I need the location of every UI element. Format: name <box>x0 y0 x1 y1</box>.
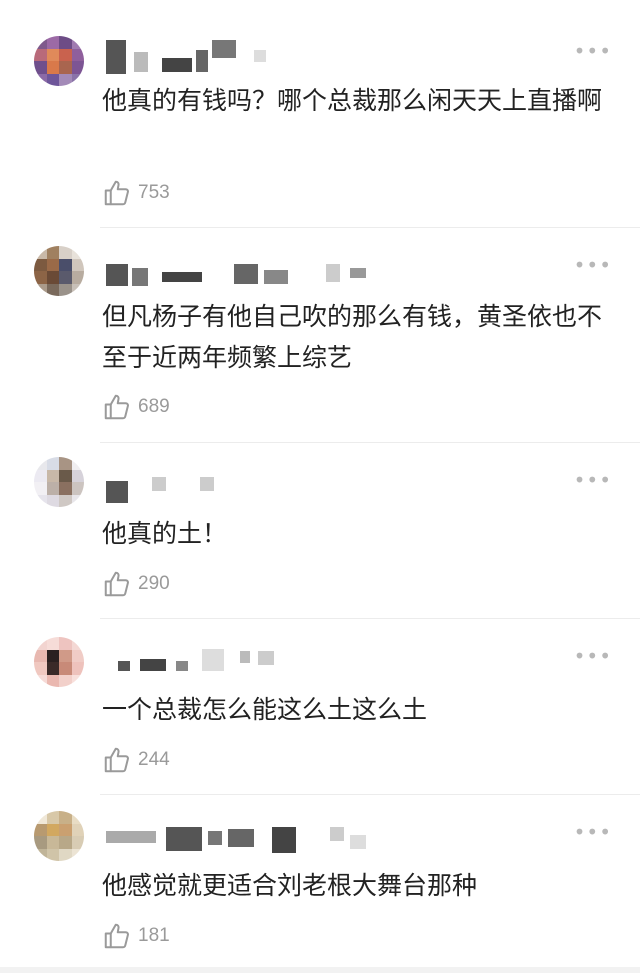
comment-text: 但凡杨子有他自己吹的那么有钱，黄圣依也不至于近两年频繁上综艺 <box>102 302 603 372</box>
like-count: 181 <box>138 925 170 946</box>
username-blurred[interactable] <box>104 36 394 74</box>
avatar[interactable] <box>34 457 84 507</box>
more-dots-icon[interactable]: ••• <box>574 646 612 666</box>
username-blurred[interactable] <box>104 471 394 507</box>
thumbs-up-icon <box>104 180 129 206</box>
like-button[interactable]: 244 <box>102 745 170 775</box>
avatar[interactable] <box>34 637 84 687</box>
like-button[interactable]: 753 <box>102 178 170 208</box>
username-blurred[interactable] <box>104 258 394 294</box>
comment-item: ••• 他真的土！ 290 <box>0 443 640 619</box>
comment-text: 他真的土！ <box>102 519 228 548</box>
username-blurred[interactable] <box>104 823 394 859</box>
bottom-bar <box>0 967 640 973</box>
avatar[interactable] <box>34 811 84 861</box>
username-blurred[interactable] <box>104 647 394 683</box>
more-dots-icon[interactable]: ••• <box>574 822 612 842</box>
comment-item: ••• 他感觉就更适合刘老根大舞台那种 181 <box>0 795 640 967</box>
comment-text: 他感觉就更适合刘老根大舞台那种 <box>102 871 478 900</box>
like-count: 689 <box>138 396 170 417</box>
like-count: 753 <box>138 182 170 203</box>
like-button[interactable]: 689 <box>102 392 170 422</box>
comment-text: 一个总裁怎么能这么土这么土 <box>102 695 428 724</box>
thumbs-up-icon <box>104 747 129 773</box>
comment-item: ••• 他真的有钱吗？哪个总裁那么闲天天上直播啊 753 <box>0 0 640 228</box>
like-button[interactable]: 181 <box>102 921 170 951</box>
comment-item: ••• 一个总裁怎么能这么土这么土 244 <box>0 619 640 795</box>
thumbs-up-icon <box>104 394 129 420</box>
comment-item: ••• 但凡杨子有他自己吹的那么有钱，黄圣依也不至于近两年频繁上综艺 689 <box>0 228 640 443</box>
more-dots-icon[interactable]: ••• <box>574 255 612 275</box>
more-dots-icon[interactable]: ••• <box>574 470 612 490</box>
comment-text: 他真的有钱吗？哪个总裁那么闲天天上直播啊 <box>102 86 603 115</box>
thumbs-up-icon <box>104 923 129 949</box>
like-count: 244 <box>138 749 170 770</box>
more-dots-icon[interactable]: ••• <box>574 41 612 61</box>
avatar[interactable] <box>34 36 84 86</box>
like-count: 290 <box>138 573 170 594</box>
avatar[interactable] <box>34 246 84 296</box>
thumbs-up-icon <box>104 571 129 597</box>
like-button[interactable]: 290 <box>102 569 170 599</box>
